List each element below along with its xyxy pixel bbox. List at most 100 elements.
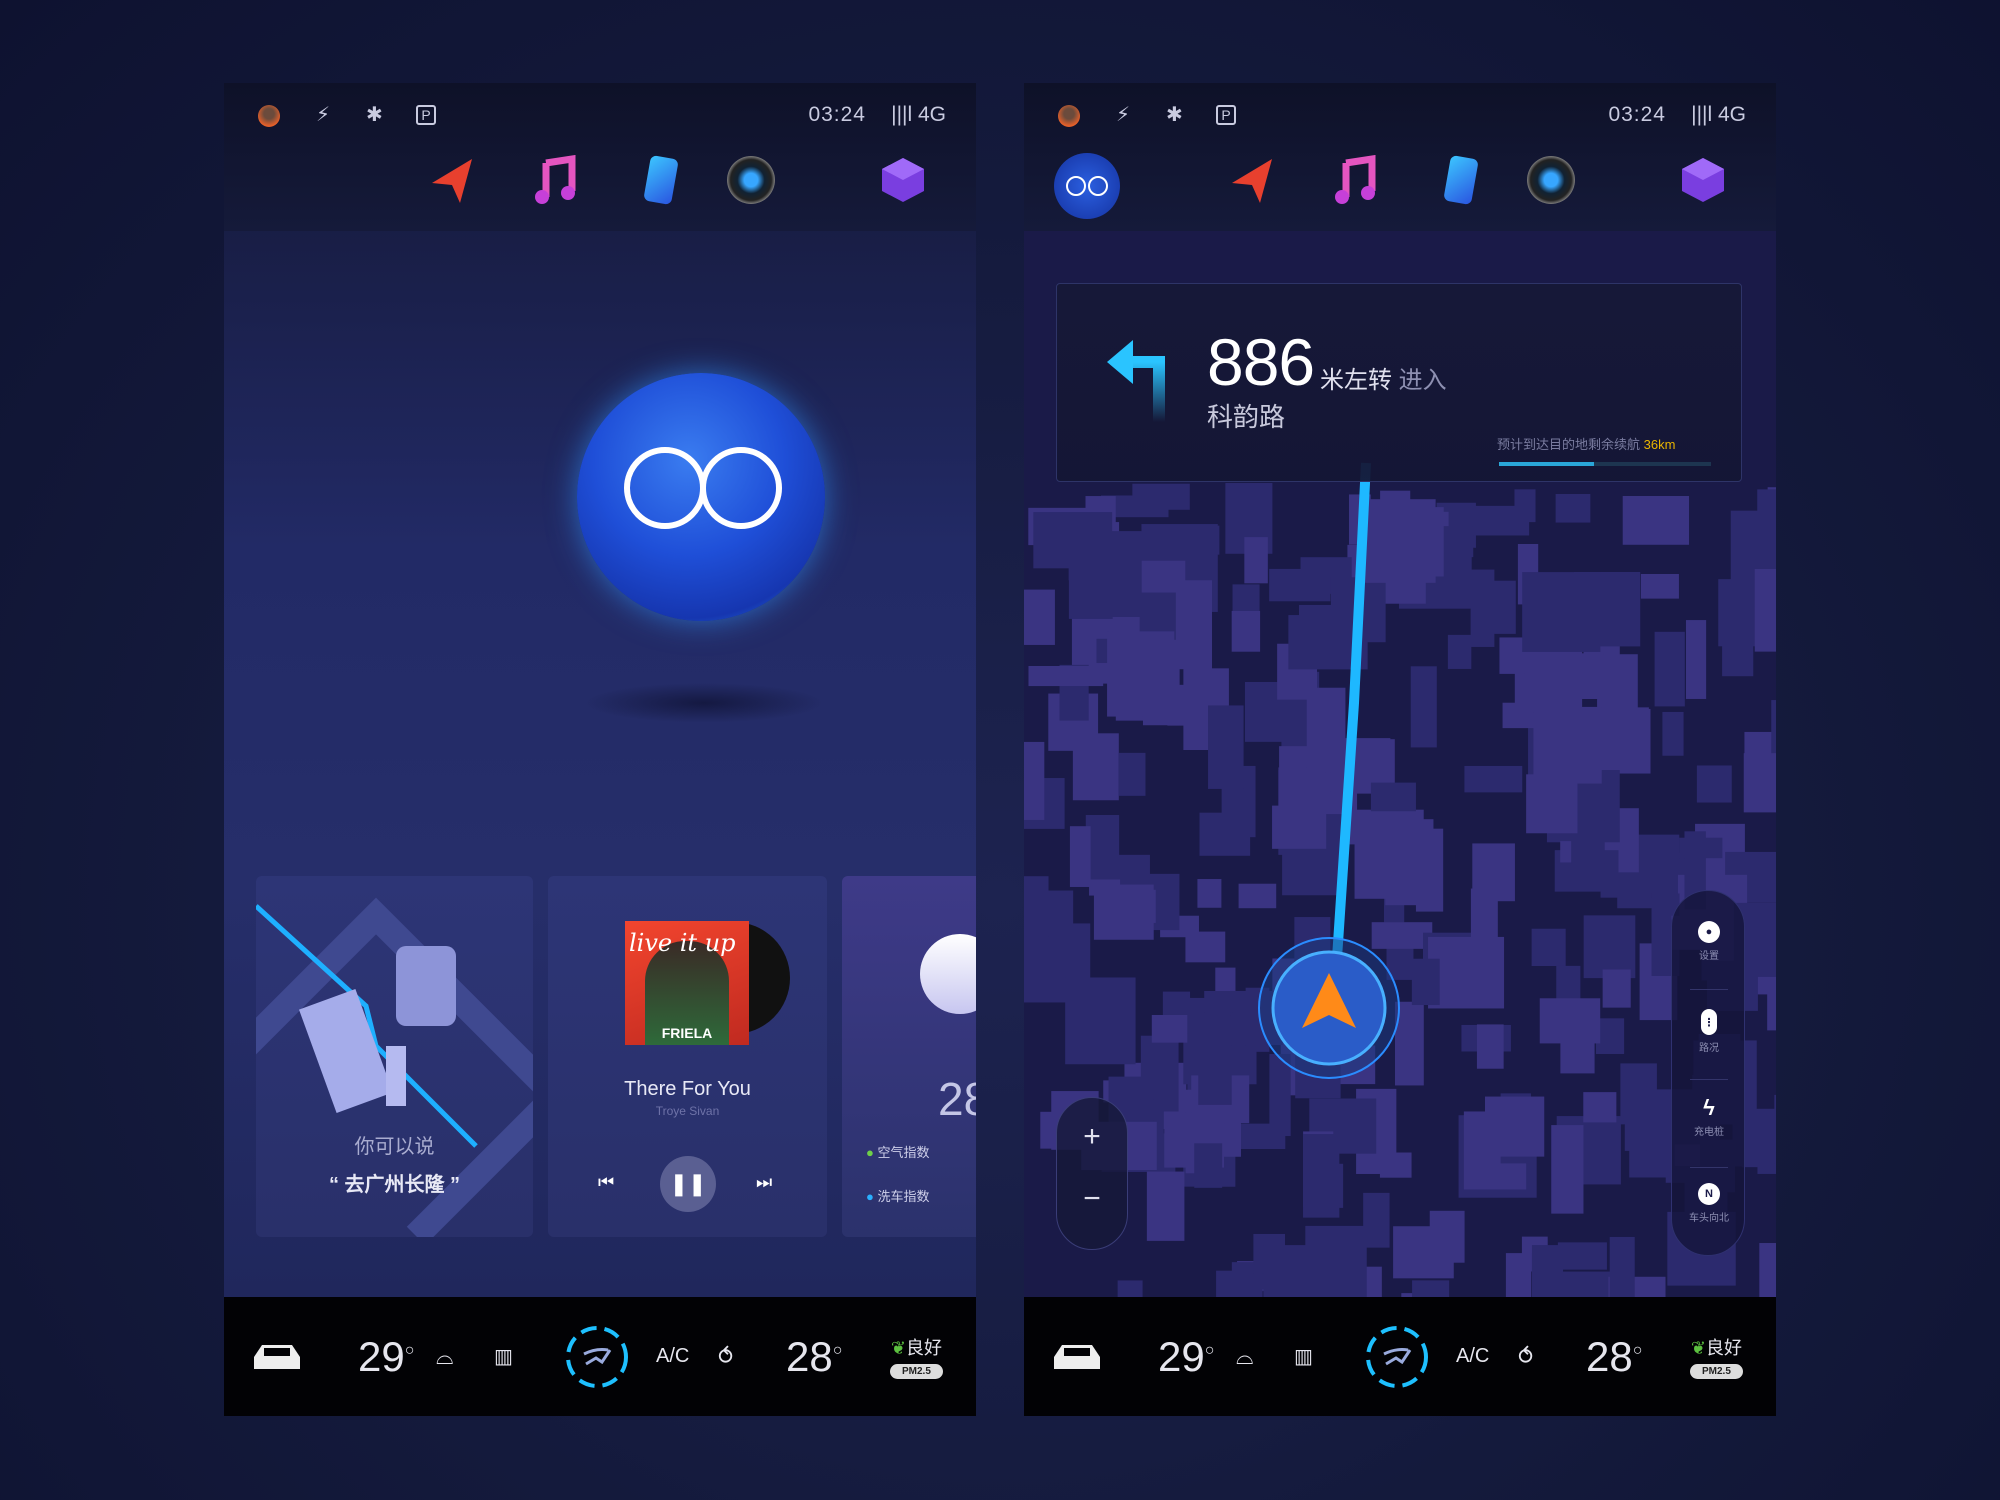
map-building [1118, 752, 1146, 796]
driver-temp[interactable]: 29 ○ [358, 1297, 414, 1416]
home-screen: ⚡︎ ✱ P 03:24 |||l 4G 你可以说 “ 去广州长隆 ” live… [224, 83, 976, 1416]
water-drop-icon: ● [866, 1189, 878, 1204]
bluetooth-icon: ✱ [1166, 104, 1183, 126]
zoom-out-button[interactable]: − [1057, 1182, 1127, 1216]
passenger-temp[interactable]: 28 ○ [786, 1297, 842, 1416]
route-progress-bar [1499, 462, 1711, 466]
phone-app[interactable] [634, 153, 688, 207]
music-app[interactable] [526, 153, 580, 207]
camera-app[interactable] [1524, 153, 1578, 207]
charging-icon: ⚡︎ [316, 104, 331, 126]
map-building [1654, 631, 1685, 707]
remaining-range: 预计到达目的地剩余续航 36km [1497, 437, 1676, 452]
map-building [1774, 1094, 1776, 1164]
zoom-control: + − [1056, 1097, 1128, 1250]
car-icon[interactable] [1050, 1297, 1104, 1416]
apps-app[interactable] [876, 153, 930, 207]
map-building [1024, 589, 1055, 645]
header: ⚡︎ ✱ P 03:24 |||l 4G [224, 83, 976, 231]
music-app[interactable] [1326, 153, 1380, 207]
map-building [1142, 639, 1180, 726]
map-building [1602, 969, 1631, 1008]
climate-bar: 29 ○ ⌓ ▥ A/C ⥀ 28 ○ ❦良好 PM2.5 [224, 1297, 976, 1416]
map-building [1410, 666, 1437, 748]
road-name: 科韵路 [1207, 402, 1286, 432]
previous-button[interactable]: ⏮ [598, 1172, 614, 1193]
camera-app[interactable] [724, 153, 778, 207]
settings-icon: ● [1698, 921, 1720, 943]
traffic-button[interactable]: ⋮ 路况 [1672, 1009, 1746, 1054]
navigation-arrow-icon [1232, 159, 1272, 203]
front-defrost-button[interactable]: ⌓ [436, 1297, 453, 1416]
user-avatar[interactable] [258, 105, 280, 127]
map-building [1533, 706, 1602, 784]
map-building [1679, 837, 1723, 859]
clock: 03:24 [808, 103, 866, 126]
settings-button[interactable]: ● 设置 [1672, 921, 1746, 962]
map-building [1065, 977, 1136, 1065]
map-building [1380, 490, 1411, 569]
recirculation-button[interactable]: ⥀ [718, 1297, 733, 1416]
map-building [1754, 568, 1776, 652]
camera-lens-icon [727, 156, 775, 204]
music-card[interactable]: live it up FRIELA There For You Troye Si… [548, 876, 827, 1237]
leaf-icon: ❦ [1690, 1338, 1706, 1358]
album-cover[interactable]: live it up FRIELA [625, 921, 749, 1045]
phone-icon [643, 154, 679, 206]
air-index[interactable]: ● 空气指数 [866, 1142, 929, 1161]
navigation-app[interactable] [424, 153, 478, 207]
song-artist: Troye Sivan [655, 1104, 720, 1118]
fan-control-dial[interactable] [1364, 1297, 1430, 1416]
zoom-in-button[interactable]: + [1057, 1120, 1127, 1154]
phone-app[interactable] [1434, 153, 1488, 207]
passenger-temp[interactable]: 28 ○ [1586, 1297, 1642, 1416]
weather-card[interactable]: 28 ● 空气指数 ● 洗车指数 [842, 876, 976, 1237]
driver-temp[interactable]: 29 ○ [1158, 1297, 1214, 1416]
voice-hint-card[interactable]: 你可以说 “ 去广州长隆 ” [256, 876, 533, 1237]
status-bar: ⚡︎ ✱ P 03:24 |||l 4G [1024, 97, 1776, 133]
apps-app[interactable] [1676, 153, 1730, 207]
hint-phrase: “ 去广州长隆 ” [328, 1174, 461, 1196]
map-building [1583, 1092, 1617, 1123]
map-building [1204, 990, 1233, 1013]
map-building [1476, 1024, 1504, 1069]
map-building [1757, 489, 1776, 548]
leaf-icon: ❦ [890, 1338, 906, 1358]
user-avatar[interactable] [1058, 105, 1080, 127]
map-building [1411, 958, 1440, 1006]
front-defrost-button[interactable]: ⌓ [1236, 1297, 1253, 1416]
map-building [1539, 998, 1601, 1044]
climate-bar: 29 ○ ⌓ ▥ A/C ⥀ 28 ○ ❦良好 PM2.5 [1024, 1297, 1776, 1416]
parking-icon: P [1216, 105, 1236, 125]
map-building [1447, 634, 1472, 669]
weather-temp: 28 [938, 1073, 976, 1125]
voice-assistant-mini[interactable] [1054, 153, 1120, 219]
map-building [1146, 1171, 1185, 1241]
charging-station-button[interactable]: ϟ 充电桩 [1672, 1095, 1746, 1138]
fan-control-dial[interactable] [564, 1297, 630, 1416]
next-button[interactable]: ⏭ [756, 1172, 772, 1193]
map-building [1269, 568, 1331, 602]
map-building [1685, 620, 1707, 699]
map-building [1068, 531, 1142, 619]
ac-button[interactable]: A/C [1456, 1297, 1489, 1416]
glasses-icon [1066, 176, 1108, 196]
map-building [1551, 1125, 1584, 1214]
recirculation-button[interactable]: ⥀ [1518, 1297, 1533, 1416]
turn-distance: 886 [1207, 325, 1315, 399]
car-icon[interactable] [250, 1297, 304, 1416]
north-up-button[interactable]: N 车头向北 [1672, 1183, 1746, 1224]
car-wash-index[interactable]: ● 洗车指数 [866, 1186, 929, 1205]
map-building [1379, 1152, 1412, 1178]
rear-defrost-button[interactable]: ▥ [494, 1297, 513, 1416]
rear-defrost-button[interactable]: ▥ [1294, 1297, 1313, 1416]
navigation-app[interactable] [1224, 153, 1278, 207]
map-building [1269, 1054, 1291, 1137]
voice-assistant-avatar[interactable] [577, 373, 825, 621]
pause-button[interactable]: ❚❚ [660, 1156, 716, 1212]
map-building [1696, 765, 1732, 803]
cube-icon [882, 158, 924, 202]
ac-button[interactable]: A/C [656, 1297, 689, 1416]
map-building [1624, 1086, 1647, 1151]
map-building [1470, 888, 1498, 940]
